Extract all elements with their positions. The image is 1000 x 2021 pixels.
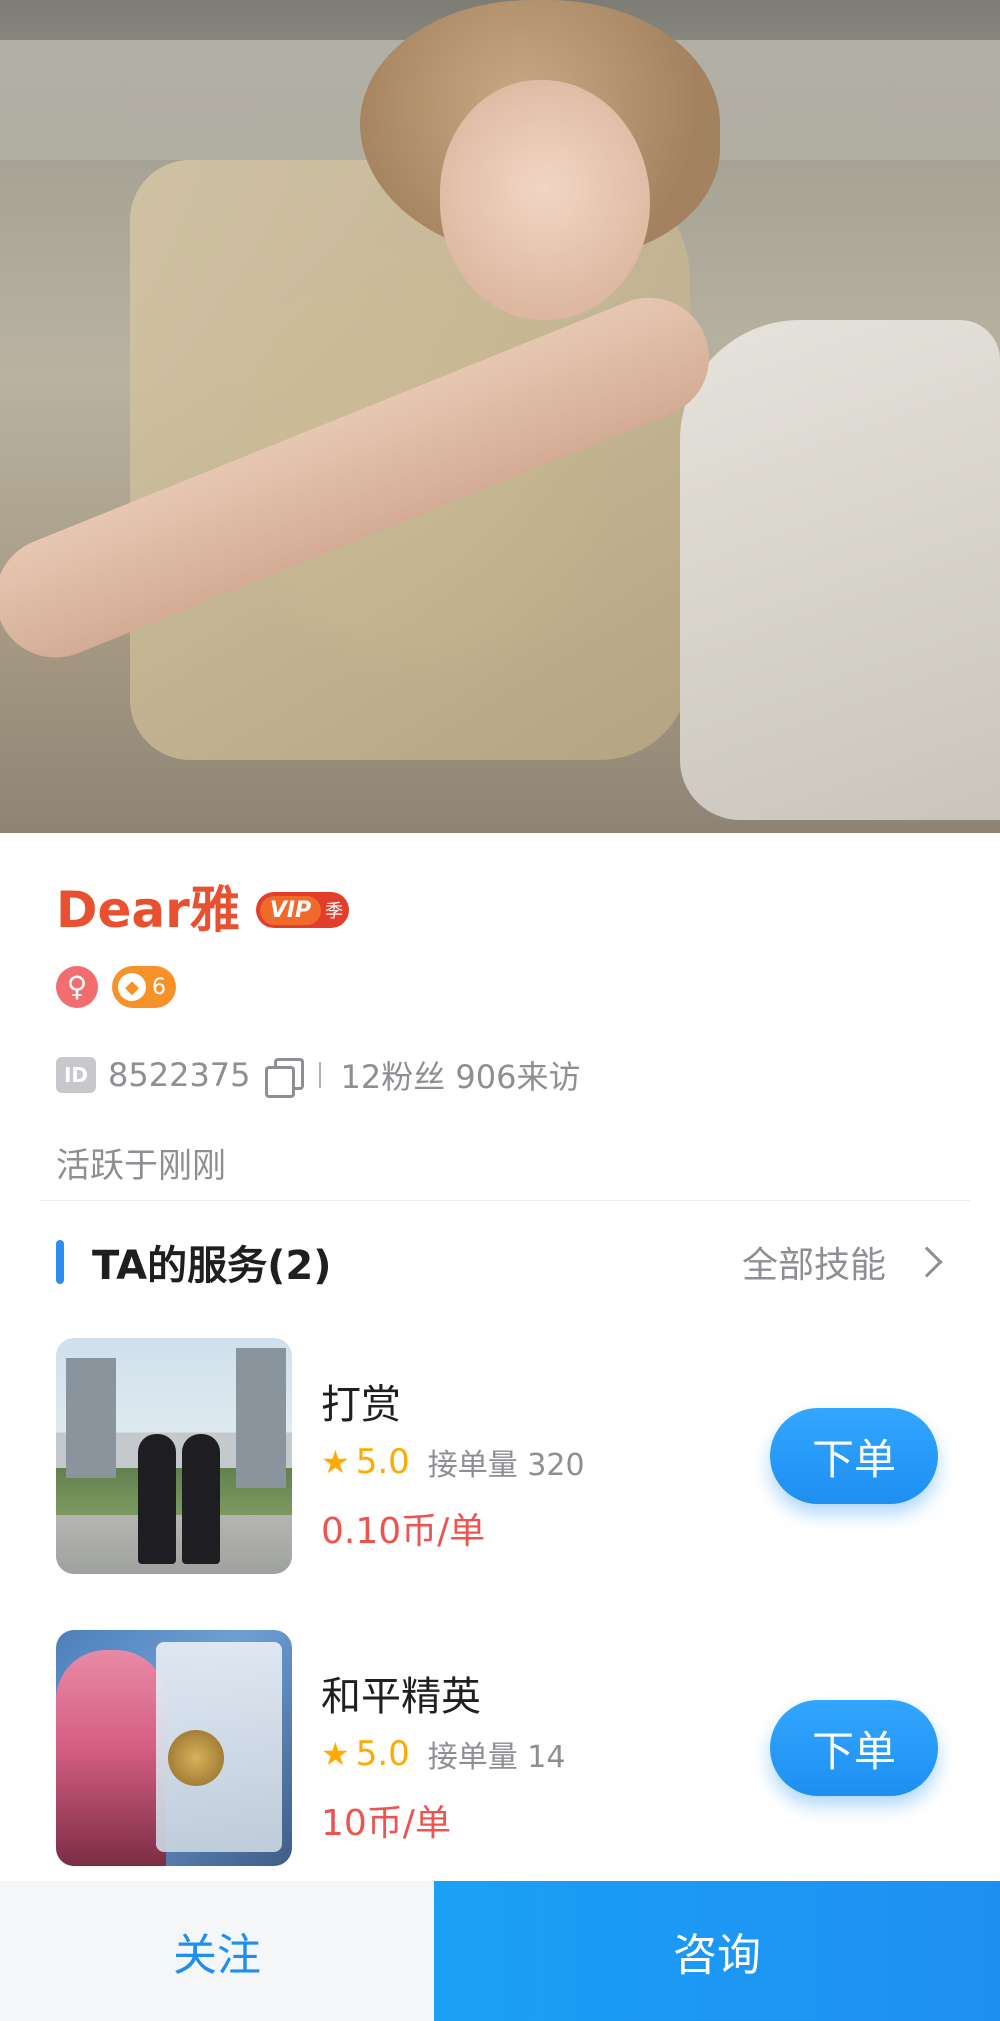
thumb-person	[182, 1434, 220, 1564]
service-item[interactable]: 打赏 ★ 5.0 接单量 320 0.10币/单 下单	[56, 1338, 946, 1574]
rating-row: ★ 5.0 接单量 14	[321, 1732, 565, 1776]
profile-cover-photo[interactable]	[0, 0, 1000, 833]
all-skills-link[interactable]: 全部技能	[742, 1236, 946, 1288]
service-price: 10币/单	[321, 1803, 451, 1844]
services-title: TA的服务(2)	[92, 1243, 332, 1289]
service-price: 0.10币/单	[321, 1511, 486, 1552]
vip-badge[interactable]: VIP 季	[255, 892, 350, 928]
order-button[interactable]: 下单	[770, 1700, 938, 1796]
thumb-character	[56, 1650, 166, 1866]
service-name: 打赏	[321, 1382, 401, 1428]
id-row: ID 8522375 12粉丝 906来访	[56, 1052, 581, 1098]
level-number: 6	[152, 974, 166, 1000]
services-header: TA的服务(2) 全部技能	[56, 1232, 946, 1292]
order-count: 接单量 14	[427, 1740, 566, 1775]
service-item[interactable]: 和平精英 ★ 5.0 接单量 14 10币/单 下单	[56, 1630, 946, 1866]
order-count: 接单量 320	[427, 1448, 585, 1483]
divider	[318, 1062, 321, 1088]
section-divider	[40, 1200, 970, 1201]
level-icon: ◆	[118, 973, 146, 1001]
thumb-person	[138, 1434, 176, 1564]
follow-button[interactable]: 关注	[0, 1881, 434, 2021]
name-row: Dear雅 VIP 季	[56, 880, 350, 940]
gender-female-icon: ♀	[56, 966, 98, 1008]
level-badge[interactable]: ◆ 6	[112, 966, 176, 1008]
follower-visitor-stats: 12粉丝 906来访	[340, 1058, 581, 1096]
service-rating: 5.0	[355, 1734, 410, 1774]
service-thumbnail[interactable]	[56, 1338, 292, 1574]
star-icon: ★	[321, 1735, 350, 1773]
rating-row: ★ 5.0 接单量 320	[321, 1440, 585, 1484]
user-id: 8522375	[108, 1056, 251, 1094]
all-skills-label: 全部技能	[741, 1245, 886, 1286]
copy-icon[interactable]	[264, 1058, 304, 1098]
active-status: 活跃于刚刚	[56, 1146, 226, 1186]
profile-name: Dear雅	[56, 881, 240, 939]
order-button[interactable]: 下单	[770, 1408, 938, 1504]
service-name: 和平精英	[321, 1674, 481, 1720]
thumb-rank-emblem	[168, 1730, 224, 1786]
service-thumbnail[interactable]	[56, 1630, 292, 1866]
thumb-building	[66, 1358, 116, 1478]
vip-label: VIP	[259, 895, 322, 925]
vip-season: 季	[325, 901, 344, 922]
photo-face	[440, 80, 650, 320]
badges-row: ♀ ◆ 6	[56, 966, 176, 1008]
thumb-building	[236, 1348, 286, 1488]
photo-dress	[680, 320, 1000, 820]
service-rating: 5.0	[355, 1442, 410, 1482]
id-icon: ID	[56, 1057, 96, 1093]
consult-button[interactable]: 咨询	[434, 1881, 1000, 2021]
section-accent-bar	[56, 1240, 64, 1284]
chevron-right-icon	[911, 1246, 943, 1278]
bottom-action-bar: 关注 咨询	[0, 1881, 1000, 2021]
star-icon: ★	[321, 1443, 350, 1481]
